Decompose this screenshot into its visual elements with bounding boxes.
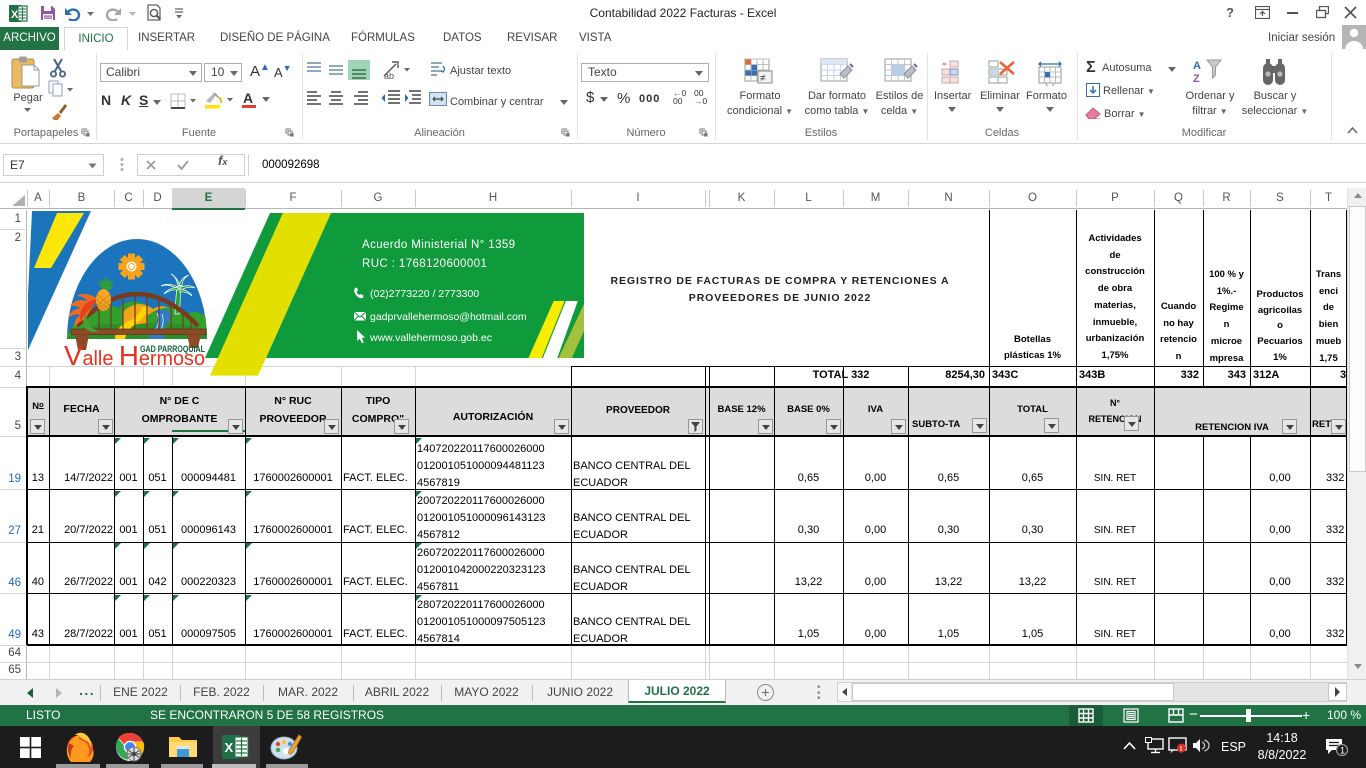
svg-text:Z: Z (1193, 73, 1200, 85)
svg-text:≠: ≠ (760, 73, 766, 84)
svg-text:X: X (225, 740, 234, 755)
svg-text:Acuerdo Ministerial N° 1359: Acuerdo Ministerial N° 1359 (362, 239, 515, 251)
svg-text:A: A (1193, 60, 1201, 72)
svg-text:!: ! (1180, 744, 1183, 753)
svg-text:1: 1 (1340, 746, 1345, 756)
svg-text:(02)2773220 / 2773300: (02)2773220 / 2773300 (370, 288, 479, 300)
svg-text:gadprvallehermoso@hotmail.com: gadprvallehermoso@hotmail.com (370, 311, 527, 323)
svg-text:RUC : 1768120600001: RUC : 1768120600001 (362, 258, 487, 270)
svg-text:ab: ab (384, 71, 394, 80)
svg-text:www.vallehermoso.gob.ec: www.vallehermoso.gob.ec (369, 332, 492, 344)
